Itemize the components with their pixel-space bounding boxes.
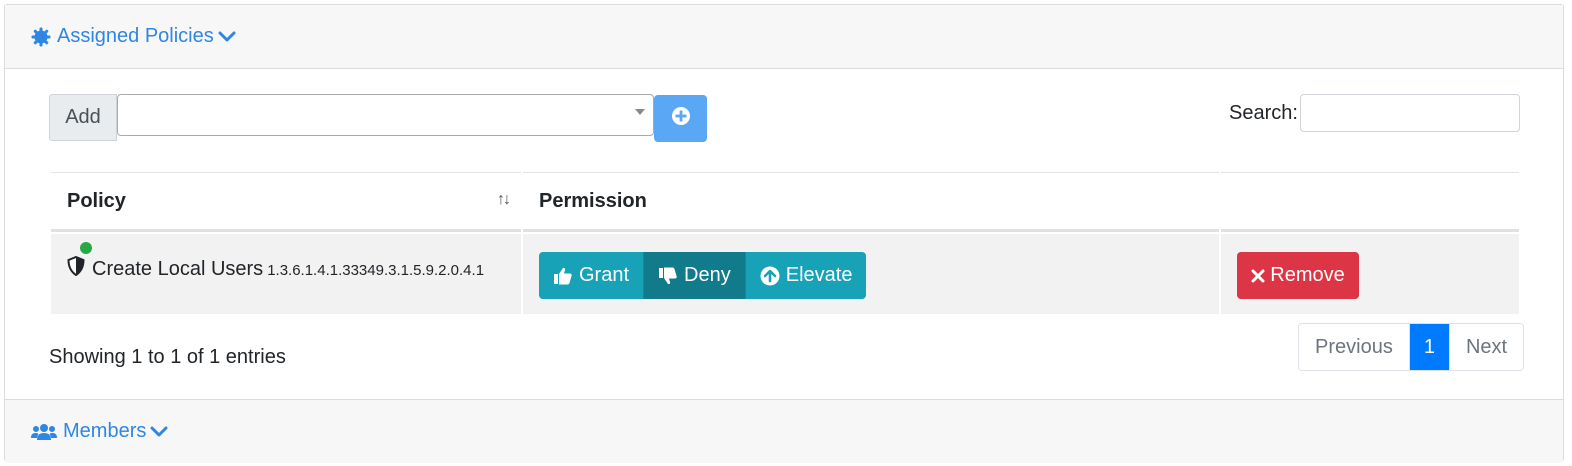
- assigned-policies-title[interactable]: Assigned Policies: [57, 25, 214, 48]
- grant-button[interactable]: Grant: [539, 252, 645, 299]
- table-cell-permission: Grant Deny Elevate: [523, 234, 1219, 314]
- permission-button-group: Grant Deny Elevate: [539, 252, 867, 299]
- members-title[interactable]: Members: [63, 420, 146, 443]
- remove-label: Remove: [1270, 264, 1345, 286]
- table-cell-policy: Create Local Users 1.3.6.1.4.1.33349.3.1.…: [51, 234, 521, 314]
- members-header[interactable]: Members: [5, 399, 1563, 463]
- policy-select[interactable]: [117, 94, 654, 136]
- deny-button[interactable]: Deny: [644, 252, 746, 299]
- elevate-button[interactable]: Elevate: [745, 252, 867, 299]
- plus-circle-icon: [671, 106, 691, 131]
- policy-name-text: Create Local Users 1.3.6.1.4.1.33349.3.1.…: [92, 258, 484, 281]
- column-header-policy[interactable]: Policy ↑↓: [51, 172, 521, 232]
- chevron-down-icon[interactable]: [150, 425, 168, 439]
- column-header-label: Policy: [67, 189, 126, 212]
- search-label: Search:: [1229, 102, 1298, 124]
- previous-page-button[interactable]: Previous: [1299, 324, 1410, 370]
- chevron-down-icon[interactable]: [218, 30, 236, 44]
- page-1-button[interactable]: 1: [1409, 324, 1450, 370]
- gear-badge-icon: [31, 27, 51, 47]
- column-header-permission: Permission: [523, 172, 1219, 232]
- arrow-circle-up-icon: [760, 266, 780, 285]
- table-info: Showing 1 to 1 of 1 entries: [49, 346, 286, 368]
- pagination: Previous 1 Next: [1298, 323, 1525, 371]
- thumbs-up-icon: [554, 267, 572, 284]
- grant-label: Grant: [579, 264, 630, 286]
- assigned-policies-header[interactable]: Assigned Policies: [5, 5, 1563, 69]
- policies-card: Assigned Policies Add Search: Policy ↑↓ …: [4, 4, 1564, 463]
- next-page-button[interactable]: Next: [1449, 324, 1524, 370]
- policy-name: Create Local Users: [92, 258, 264, 280]
- deny-label: Deny: [684, 264, 731, 286]
- add-label: Add: [49, 94, 117, 141]
- select-caret-icon[interactable]: [635, 109, 645, 115]
- status-dot: [80, 242, 92, 254]
- column-header-actions: [1221, 172, 1519, 232]
- column-header-label: Permission: [539, 189, 647, 212]
- close-icon: [1251, 269, 1265, 282]
- add-policy-button[interactable]: [654, 95, 707, 142]
- remove-button[interactable]: Remove: [1237, 252, 1359, 299]
- search-input[interactable]: [1300, 94, 1520, 132]
- table-cell-actions: Remove: [1221, 234, 1519, 314]
- elevate-label: Elevate: [785, 264, 853, 286]
- thumbs-down-icon: [659, 267, 677, 284]
- policy-oid: 1.3.6.1.4.1.33349.3.1.5.9.2.0.4.1: [267, 262, 485, 279]
- users-icon: [31, 423, 57, 441]
- shield-icon: [67, 255, 85, 281]
- sort-icon[interactable]: ↑↓: [497, 191, 511, 209]
